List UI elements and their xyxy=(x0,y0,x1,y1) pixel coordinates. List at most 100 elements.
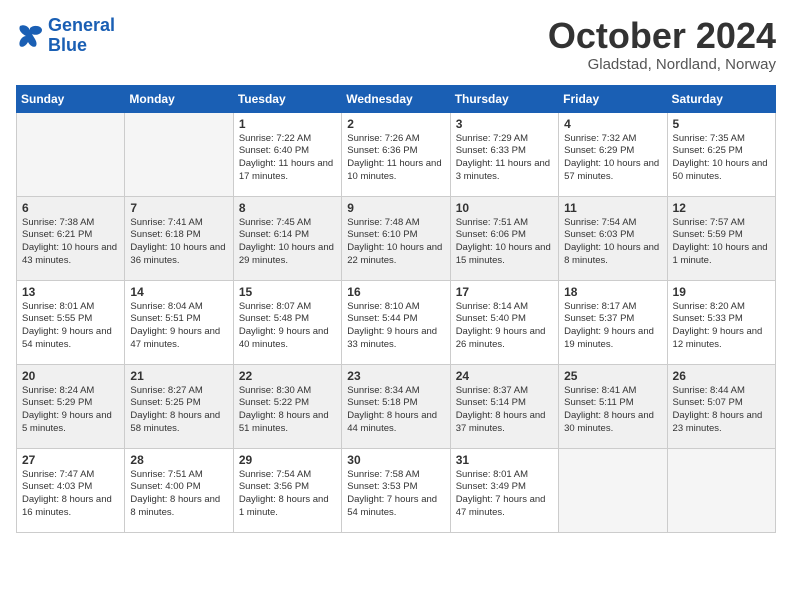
day-info: Sunrise: 8:34 AMSunset: 5:18 PMDaylight:… xyxy=(347,385,444,436)
day-info: Sunrise: 7:54 AMSunset: 6:03 PMDaylight:… xyxy=(564,217,661,268)
calendar-cell: 10 Sunrise: 7:51 AMSunset: 6:06 PMDayligh… xyxy=(450,196,558,280)
weekday-header-row: SundayMondayTuesdayWednesdayThursdayFrid… xyxy=(17,85,776,112)
day-info: Sunrise: 7:29 AMSunset: 6:33 PMDaylight:… xyxy=(456,133,553,184)
calendar-cell: 19 Sunrise: 8:20 AMSunset: 5:33 PMDayligh… xyxy=(667,280,775,364)
calendar-cell: 28 Sunrise: 7:51 AMSunset: 4:00 PMDayligh… xyxy=(125,448,233,532)
day-number: 16 xyxy=(347,285,444,299)
calendar-week-3: 13Sunrise: 8:01 AMSunset: 5:55 PMDayligh… xyxy=(17,280,776,364)
day-info: Sunrise: 8:24 AMSunset: 5:29 PMDaylight:… xyxy=(22,385,119,436)
page-header: General Blue October 2024 Gladstad, Nord… xyxy=(16,16,776,73)
calendar-table: SundayMondayTuesdayWednesdayThursdayFrid… xyxy=(16,85,776,533)
day-info: Sunrise: 7:51 AMSunset: 4:00 PMDaylight:… xyxy=(130,469,227,520)
day-info: Sunrise: 7:22 AMSunset: 6:40 PMDaylight:… xyxy=(239,133,336,184)
calendar-cell: 5 Sunrise: 7:35 AMSunset: 6:25 PMDaylight… xyxy=(667,112,775,196)
calendar-cell: 17 Sunrise: 8:14 AMSunset: 5:40 PMDayligh… xyxy=(450,280,558,364)
day-number: 31 xyxy=(456,453,553,467)
day-number: 6 xyxy=(22,201,119,215)
calendar-cell: 31 Sunrise: 8:01 AMSunset: 3:49 PMDayligh… xyxy=(450,448,558,532)
day-info: Sunrise: 8:27 AMSunset: 5:25 PMDaylight:… xyxy=(130,385,227,436)
day-info: Sunrise: 8:17 AMSunset: 5:37 PMDaylight:… xyxy=(564,301,661,352)
day-number: 26 xyxy=(673,369,770,383)
day-info: Sunrise: 7:51 AMSunset: 6:06 PMDaylight:… xyxy=(456,217,553,268)
weekday-header-tuesday: Tuesday xyxy=(233,85,341,112)
day-info: Sunrise: 7:38 AMSunset: 6:21 PMDaylight:… xyxy=(22,217,119,268)
day-info: Sunrise: 8:01 AMSunset: 3:49 PMDaylight:… xyxy=(456,469,553,520)
calendar-cell: 18 Sunrise: 8:17 AMSunset: 5:37 PMDayligh… xyxy=(559,280,667,364)
day-number: 2 xyxy=(347,117,444,131)
weekday-header-wednesday: Wednesday xyxy=(342,85,450,112)
day-info: Sunrise: 7:47 AMSunset: 4:03 PMDaylight:… xyxy=(22,469,119,520)
calendar-cell: 1Sunrise: 7:22 AMSunset: 6:40 PMDaylight… xyxy=(233,112,341,196)
calendar-cell xyxy=(559,448,667,532)
day-info: Sunrise: 7:35 AMSunset: 6:25 PMDaylight:… xyxy=(673,133,770,184)
logo: General Blue xyxy=(16,16,115,56)
day-number: 22 xyxy=(239,369,336,383)
day-info: Sunrise: 7:54 AMSunset: 3:56 PMDaylight:… xyxy=(239,469,336,520)
calendar-cell: 7 Sunrise: 7:41 AMSunset: 6:18 PMDaylight… xyxy=(125,196,233,280)
day-info: Sunrise: 8:20 AMSunset: 5:33 PMDaylight:… xyxy=(673,301,770,352)
day-info: Sunrise: 8:30 AMSunset: 5:22 PMDaylight:… xyxy=(239,385,336,436)
calendar-cell: 15 Sunrise: 8:07 AMSunset: 5:48 PMDayligh… xyxy=(233,280,341,364)
weekday-header-sunday: Sunday xyxy=(17,85,125,112)
day-number: 28 xyxy=(130,453,227,467)
day-number: 24 xyxy=(456,369,553,383)
day-number: 14 xyxy=(130,285,227,299)
calendar-cell: 20 Sunrise: 8:24 AMSunset: 5:29 PMDayligh… xyxy=(17,364,125,448)
calendar-cell: 26 Sunrise: 8:44 AMSunset: 5:07 PMDayligh… xyxy=(667,364,775,448)
calendar-cell: 23Sunrise: 8:34 AMSunset: 5:18 PMDayligh… xyxy=(342,364,450,448)
day-number: 5 xyxy=(673,117,770,131)
calendar-cell: 30Sunrise: 7:58 AMSunset: 3:53 PMDayligh… xyxy=(342,448,450,532)
day-number: 27 xyxy=(22,453,119,467)
day-number: 10 xyxy=(456,201,553,215)
day-info: Sunrise: 8:14 AMSunset: 5:40 PMDaylight:… xyxy=(456,301,553,352)
calendar-cell: 9Sunrise: 7:48 AMSunset: 6:10 PMDaylight… xyxy=(342,196,450,280)
day-number: 17 xyxy=(456,285,553,299)
calendar-cell: 14 Sunrise: 8:04 AMSunset: 5:51 PMDayligh… xyxy=(125,280,233,364)
day-info: Sunrise: 7:57 AMSunset: 5:59 PMDaylight:… xyxy=(673,217,770,268)
day-info: Sunrise: 8:01 AMSunset: 5:55 PMDaylight:… xyxy=(22,301,119,352)
calendar-week-2: 6 Sunrise: 7:38 AMSunset: 6:21 PMDaylight… xyxy=(17,196,776,280)
day-number: 7 xyxy=(130,201,227,215)
logo-icon xyxy=(16,22,44,50)
day-number: 11 xyxy=(564,201,661,215)
day-number: 3 xyxy=(456,117,553,131)
day-number: 4 xyxy=(564,117,661,131)
calendar-cell: 25 Sunrise: 8:41 AMSunset: 5:11 PMDayligh… xyxy=(559,364,667,448)
calendar-cell: 22 Sunrise: 8:30 AMSunset: 5:22 PMDayligh… xyxy=(233,364,341,448)
logo-text: General Blue xyxy=(48,16,115,56)
calendar-cell xyxy=(667,448,775,532)
day-info: Sunrise: 7:45 AMSunset: 6:14 PMDaylight:… xyxy=(239,217,336,268)
day-info: Sunrise: 8:41 AMSunset: 5:11 PMDaylight:… xyxy=(564,385,661,436)
day-info: Sunrise: 8:07 AMSunset: 5:48 PMDaylight:… xyxy=(239,301,336,352)
day-number: 29 xyxy=(239,453,336,467)
calendar-cell: 29 Sunrise: 7:54 AMSunset: 3:56 PMDayligh… xyxy=(233,448,341,532)
day-number: 8 xyxy=(239,201,336,215)
day-number: 12 xyxy=(673,201,770,215)
weekday-header-monday: Monday xyxy=(125,85,233,112)
month-title: October 2024 xyxy=(548,16,776,56)
day-number: 25 xyxy=(564,369,661,383)
calendar-cell xyxy=(125,112,233,196)
calendar-cell: 4Sunrise: 7:32 AMSunset: 6:29 PMDaylight… xyxy=(559,112,667,196)
day-number: 30 xyxy=(347,453,444,467)
calendar-cell: 13Sunrise: 8:01 AMSunset: 5:55 PMDayligh… xyxy=(17,280,125,364)
day-number: 21 xyxy=(130,369,227,383)
day-number: 18 xyxy=(564,285,661,299)
day-info: Sunrise: 8:04 AMSunset: 5:51 PMDaylight:… xyxy=(130,301,227,352)
calendar-week-5: 27 Sunrise: 7:47 AMSunset: 4:03 PMDayligh… xyxy=(17,448,776,532)
calendar-cell: 6 Sunrise: 7:38 AMSunset: 6:21 PMDaylight… xyxy=(17,196,125,280)
weekday-header-thursday: Thursday xyxy=(450,85,558,112)
day-number: 19 xyxy=(673,285,770,299)
day-info: Sunrise: 8:10 AMSunset: 5:44 PMDaylight:… xyxy=(347,301,444,352)
day-info: Sunrise: 7:41 AMSunset: 6:18 PMDaylight:… xyxy=(130,217,227,268)
location-text: Gladstad, Nordland, Norway xyxy=(548,56,776,73)
calendar-cell xyxy=(17,112,125,196)
calendar-cell: 11 Sunrise: 7:54 AMSunset: 6:03 PMDayligh… xyxy=(559,196,667,280)
day-info: Sunrise: 7:48 AMSunset: 6:10 PMDaylight:… xyxy=(347,217,444,268)
calendar-cell: 27 Sunrise: 7:47 AMSunset: 4:03 PMDayligh… xyxy=(17,448,125,532)
day-info: Sunrise: 8:44 AMSunset: 5:07 PMDaylight:… xyxy=(673,385,770,436)
day-number: 20 xyxy=(22,369,119,383)
day-number: 15 xyxy=(239,285,336,299)
calendar-week-1: 1Sunrise: 7:22 AMSunset: 6:40 PMDaylight… xyxy=(17,112,776,196)
calendar-cell: 16 Sunrise: 8:10 AMSunset: 5:44 PMDayligh… xyxy=(342,280,450,364)
